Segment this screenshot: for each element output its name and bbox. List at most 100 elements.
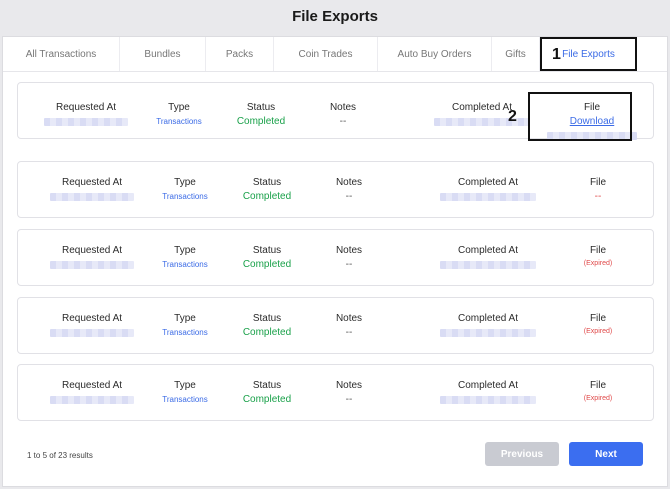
redacted-timestamp [50, 193, 134, 201]
col-type: Type Transactions [162, 313, 208, 337]
exports-panel: All Transactions Bundles Packs Coin Trades A… [2, 36, 668, 487]
col-header: Notes [335, 380, 363, 391]
col-header: Requested At [61, 177, 123, 188]
col-notes: Notes -- [336, 313, 362, 338]
tab-auto-buy-orders[interactable]: Auto Buy Orders [378, 37, 492, 71]
col-header: Type [168, 102, 190, 113]
col-file: File -- [590, 177, 606, 202]
cell-value: Transactions [162, 395, 208, 404]
export-row: Requested At Type Transactions Status Comple… [17, 161, 654, 218]
export-row: Requested At Type Transactions Status Comple… [17, 364, 654, 421]
previous-button[interactable]: Previous [485, 442, 559, 466]
col-completed-at: Completed At [440, 177, 536, 206]
col-header: Type [174, 245, 196, 256]
tab-label: Auto Buy Orders [397, 48, 472, 60]
col-status: Status Completed [243, 245, 291, 270]
redacted-timestamp [44, 118, 128, 126]
tab-label: Packs [225, 48, 254, 60]
col-header: Requested At [61, 245, 123, 256]
col-header: File [589, 245, 607, 256]
col-status: Status Completed [243, 177, 291, 202]
export-row: Requested At Type Transactions Status Comple… [17, 229, 654, 286]
col-header: Completed At [457, 313, 519, 324]
tab-label: Bundles [144, 48, 181, 60]
cell-value: Completed [236, 116, 286, 127]
col-header: Notes [335, 245, 363, 256]
col-notes: Notes -- [336, 177, 362, 202]
col-status: Status Completed [237, 102, 285, 127]
cell-value: Transactions [162, 328, 208, 337]
results-summary: 1 to 5 of 23 results [27, 451, 93, 460]
redacted-timestamp [50, 396, 134, 404]
redacted-timestamp [50, 261, 134, 269]
export-row: Requested At Type Transactions Status Comple… [17, 82, 654, 141]
tab-gifts[interactable]: Gifts [492, 37, 540, 71]
export-row: Requested At Type Transactions Status Comple… [17, 297, 654, 354]
col-header: Notes [335, 313, 363, 324]
col-notes: Notes -- [330, 102, 356, 127]
col-header: Completed At [457, 380, 519, 391]
title-bar: File Exports [0, 0, 670, 32]
col-status: Status Completed [243, 313, 291, 338]
redacted-timestamp [440, 193, 536, 201]
tab-all-transactions[interactable]: All Transactions [3, 37, 120, 71]
col-file: File (Expired) [584, 380, 612, 402]
col-notes: Notes -- [336, 245, 362, 270]
cell-value: -- [345, 394, 353, 405]
col-header: Status [252, 313, 282, 324]
col-header: Requested At [61, 380, 123, 391]
redacted-timestamp [50, 329, 134, 337]
cell-value: -- [345, 327, 353, 338]
cell-value: -- [345, 191, 353, 202]
col-header: Status [252, 177, 282, 188]
col-header: Notes [335, 177, 363, 188]
annotation-marker-2: 2 [508, 108, 517, 125]
col-requested-at: Requested At [50, 177, 134, 206]
tab-bundles[interactable]: Bundles [120, 37, 206, 71]
col-header: Type [174, 380, 196, 391]
redacted-timestamp [440, 261, 536, 269]
cell-value: -- [594, 191, 602, 202]
col-requested-at: Requested At [44, 102, 128, 131]
cell-value: Completed [242, 191, 292, 202]
col-header: Status [252, 380, 282, 391]
col-header: Type [174, 177, 196, 188]
tab-bar: All Transactions Bundles Packs Coin Trades A… [3, 37, 667, 72]
col-file: File (Expired) [584, 313, 612, 335]
col-header: File [589, 380, 607, 391]
cell-value: (Expired) [583, 395, 613, 402]
col-header: Completed At [457, 245, 519, 256]
col-type: Type Transactions [162, 380, 208, 404]
col-header: Notes [329, 102, 357, 113]
next-button[interactable]: Next [569, 442, 643, 466]
col-requested-at: Requested At [50, 245, 134, 274]
col-requested-at: Requested At [50, 380, 134, 409]
file-highlight-box [528, 92, 632, 141]
col-completed-at: Completed At [440, 380, 536, 409]
tab-label: All Transactions [25, 48, 97, 60]
cell-value: Completed [242, 327, 292, 338]
cell-value: Completed [242, 259, 292, 270]
tab-coin-trades[interactable]: Coin Trades [274, 37, 378, 71]
redacted-timestamp [440, 329, 536, 337]
col-type: Type Transactions [162, 177, 208, 201]
col-header: Requested At [61, 313, 123, 324]
cell-value: Transactions [162, 260, 208, 269]
redacted-timestamp [440, 396, 536, 404]
col-header: Status [252, 245, 282, 256]
col-type: Type Transactions [156, 102, 202, 126]
cell-value: Transactions [156, 117, 202, 126]
cell-value: Completed [242, 394, 292, 405]
tab-packs[interactable]: Packs [206, 37, 274, 71]
page-title: File Exports [292, 7, 378, 25]
cell-value: Transactions [162, 192, 208, 201]
cell-value: (Expired) [583, 328, 613, 335]
col-completed-at: Completed At [440, 245, 536, 274]
cell-value: -- [339, 116, 347, 127]
col-completed-at: Completed At [440, 313, 536, 342]
col-type: Type Transactions [162, 245, 208, 269]
col-notes: Notes -- [336, 380, 362, 405]
col-header: Type [174, 313, 196, 324]
cell-value: (Expired) [583, 260, 613, 267]
tab-label: Gifts [505, 48, 526, 60]
